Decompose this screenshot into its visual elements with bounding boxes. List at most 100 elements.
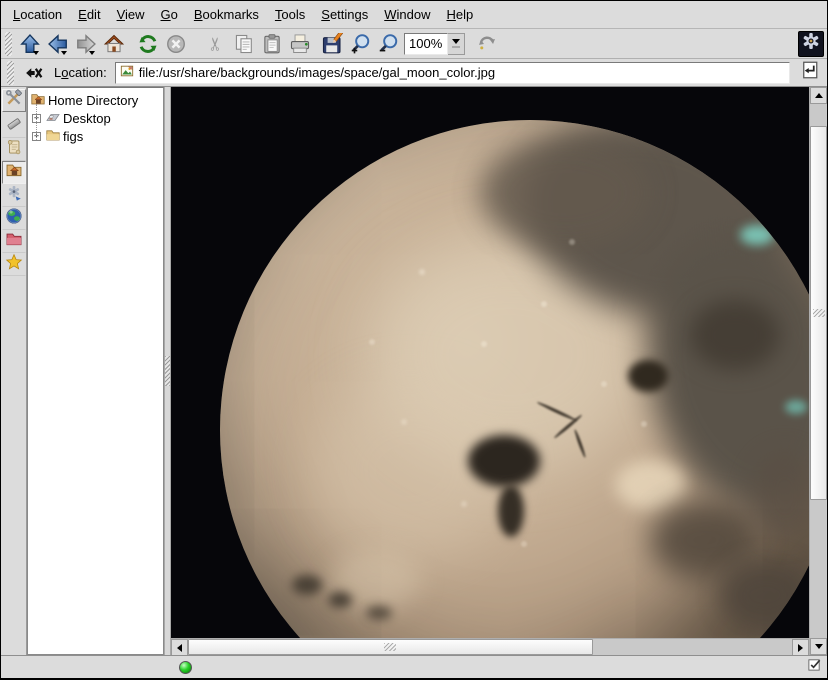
sidebar-services-button[interactable]: [2, 184, 26, 207]
tree-item-label: Home Directory: [48, 93, 138, 108]
sidebar-history-button[interactable]: [2, 138, 26, 161]
scroll-icon: [5, 138, 23, 161]
app-throbber[interactable]: [798, 31, 824, 57]
printer-icon: [289, 33, 311, 55]
red-folder-icon: [5, 230, 23, 253]
sidebar-configure-button[interactable]: [2, 89, 26, 112]
folder-home-icon: [5, 161, 23, 184]
scroll-down-button[interactable]: [810, 638, 827, 655]
stop-icon: [165, 33, 187, 55]
sidebar-bookmarks-button[interactable]: [2, 253, 26, 276]
folder-home-icon: [30, 91, 46, 110]
moon-central-dark-spot: [468, 435, 540, 487]
sidebar-devices-button[interactable]: [2, 115, 26, 138]
menu-settings[interactable]: Settings: [313, 5, 376, 24]
sidebar-home-directory-button[interactable]: [2, 161, 26, 184]
zoom-out-button[interactable]: [374, 30, 402, 57]
zoom-level-value[interactable]: 100%: [404, 33, 448, 55]
paste-icon: [261, 33, 283, 55]
moon-image: [220, 120, 809, 638]
view-active-check-icon[interactable]: [807, 657, 822, 677]
combo-underline: [452, 46, 460, 48]
reload-icon: [137, 33, 159, 55]
triangle-right-icon: [798, 644, 803, 652]
menu-edit[interactable]: Edit: [70, 5, 108, 24]
tree-item-home-directory[interactable]: Home Directory: [28, 91, 163, 109]
up-dropdown-caret[interactable]: [33, 51, 39, 55]
statusbar: [1, 655, 827, 678]
menu-location[interactable]: Location: [5, 5, 70, 24]
scroll-up-button[interactable]: [810, 87, 827, 104]
menu-bookmarks[interactable]: Bookmarks: [186, 5, 267, 24]
menu-tools[interactable]: Tools: [267, 5, 313, 24]
menu-go[interactable]: Go: [153, 5, 186, 24]
save-as-button[interactable]: [318, 30, 346, 57]
location-toolbar: Location: file:/usr/share/backgrounds/im…: [1, 59, 827, 87]
scroll-right-button[interactable]: [792, 639, 809, 656]
zoom-in-button[interactable]: [346, 30, 374, 57]
moon-teal-glint: [785, 400, 807, 414]
zoom-level-dropdown-button[interactable]: [448, 33, 465, 55]
toolbar-drag-handle[interactable]: [5, 32, 12, 56]
tree-item-desktop[interactable]: + Desktop: [28, 109, 163, 127]
paste-button[interactable]: [258, 30, 286, 57]
star-icon: [5, 253, 23, 276]
back-button[interactable]: [44, 30, 72, 57]
up-button[interactable]: [16, 30, 44, 57]
copy-button[interactable]: [230, 30, 258, 57]
home-button[interactable]: [100, 30, 128, 57]
scroll-left-button[interactable]: [171, 639, 188, 656]
rotate-button[interactable]: [473, 30, 501, 57]
reload-button[interactable]: [134, 30, 162, 57]
sidebar-network-button[interactable]: [2, 207, 26, 230]
gray-device-icon: [5, 115, 23, 138]
forward-dropdown-caret[interactable]: [89, 51, 95, 55]
moon-dark-tail: [498, 485, 524, 537]
horizontal-scroll-thumb[interactable]: [188, 639, 593, 655]
location-toolbar-drag-handle[interactable]: [7, 61, 14, 85]
moon-small-dark-spot: [366, 606, 392, 620]
sidebar-root-folder-button[interactable]: [2, 230, 26, 253]
menu-help[interactable]: Help: [439, 5, 482, 24]
location-label: Location:: [54, 65, 107, 80]
menu-window[interactable]: Window: [376, 5, 438, 24]
moon-small-dark-spot: [328, 592, 352, 608]
moon-teal-glint: [740, 225, 774, 245]
triangle-up-icon: [815, 93, 823, 98]
scissors-icon: ✂: [207, 36, 225, 51]
clear-location-icon: [25, 64, 43, 82]
clear-location-button[interactable]: [22, 61, 46, 85]
back-dropdown-caret[interactable]: [61, 51, 67, 55]
location-combobox: file:/usr/share/backgrounds/images/space…: [115, 62, 790, 84]
location-url-text: file:/usr/share/backgrounds/images/space…: [139, 65, 495, 80]
main-area: Home Directory + Desktop + figs: [1, 87, 827, 655]
moon-mare-core: [690, 300, 780, 370]
magnifier-minus-icon: [377, 33, 399, 55]
location-input[interactable]: file:/usr/share/backgrounds/images/space…: [115, 62, 790, 84]
magnifier-plus-icon: [349, 33, 371, 55]
rotate-icon: [476, 33, 498, 55]
hammer-wrench-icon: [5, 89, 23, 112]
cut-button[interactable]: ✂: [202, 30, 230, 57]
sidebar-iconbar: [1, 87, 27, 655]
moon-mare-dark-region: [480, 138, 650, 248]
triangle-down-icon: [815, 644, 823, 649]
panel-splitter[interactable]: [164, 87, 171, 655]
horizontal-scroll-track[interactable]: [188, 639, 792, 655]
thumb-grip: [813, 309, 825, 317]
chevron-down-icon: [452, 39, 460, 44]
menu-view[interactable]: View: [109, 5, 153, 24]
tree-item-figs[interactable]: + figs: [28, 127, 163, 145]
image-viewport[interactable]: [171, 87, 809, 638]
vertical-scroll-track[interactable]: [810, 104, 827, 638]
vertical-scroll-thumb[interactable]: [810, 126, 827, 500]
thumb-grip: [384, 643, 396, 651]
stop-button[interactable]: [162, 30, 190, 57]
triangle-left-icon: [177, 644, 182, 652]
folder-tree-panel: Home Directory + Desktop + figs: [27, 87, 164, 655]
print-button[interactable]: [286, 30, 314, 57]
go-button[interactable]: [798, 61, 822, 85]
splitter-grip: [165, 356, 170, 386]
forward-button[interactable]: [72, 30, 100, 57]
viewer-column: [171, 87, 809, 655]
